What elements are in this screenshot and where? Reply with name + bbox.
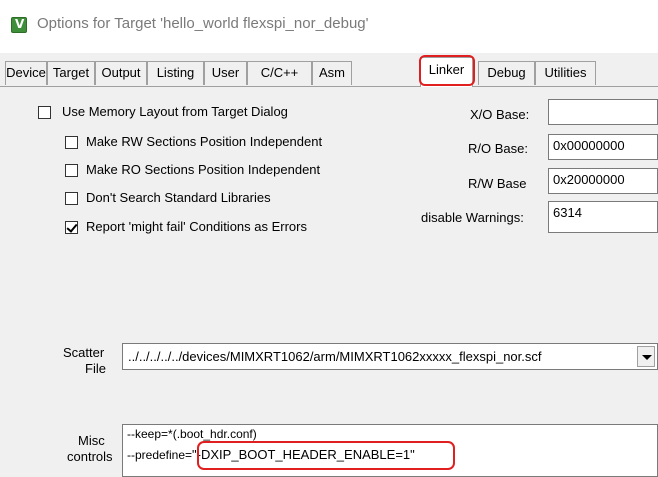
title-bar: Options for Target 'hello_world flexspi_… — [0, 0, 658, 53]
rw-base-input[interactable]: 0x20000000 — [548, 168, 658, 194]
dont-search-libraries-label: Don't Search Standard Libraries — [86, 190, 271, 205]
tab-listing[interactable]: Listing — [147, 61, 204, 85]
scatter-file-select[interactable]: ../../../../../devices/MIMXRT1062/arm/MI… — [122, 343, 658, 370]
tab-utilities[interactable]: Utilities — [535, 61, 596, 85]
disable-warnings-label: disable Warnings: — [421, 210, 524, 225]
rw-position-independent-checkbox[interactable] — [65, 136, 78, 149]
misc-label-controls: controls — [67, 449, 113, 464]
predefine-highlight — [197, 441, 455, 470]
ro-base-label: R/O Base: — [468, 141, 528, 156]
ro-position-independent-checkbox[interactable] — [65, 164, 78, 177]
disable-warnings-input[interactable]: 6314 — [548, 201, 658, 233]
xo-base-input[interactable] — [548, 99, 658, 125]
use-memory-layout-label: Use Memory Layout from Target Dialog — [62, 104, 288, 119]
scatter-label: Scatter — [63, 345, 105, 360]
xo-base-label: X/O Base: — [470, 107, 530, 122]
scatter-file-value: ../../../../../devices/MIMXRT1062/arm/MI… — [128, 349, 542, 364]
rw-position-independent-label: Make RW Sections Position Independent — [86, 134, 323, 149]
predefine-prefix: --predefine= — [127, 448, 193, 462]
rw-base-label: R/W Base — [468, 176, 527, 191]
report-might-fail-label: Report 'might fail' Conditions as Errors — [86, 219, 307, 234]
tab-device[interactable]: Device — [5, 61, 47, 85]
misc-line-keep: --keep=*(.boot_hdr.conf) — [127, 427, 257, 441]
linker-tab-highlight — [419, 55, 475, 86]
ro-base-input[interactable]: 0x00000000 — [548, 134, 658, 160]
use-memory-layout-checkbox[interactable] — [38, 106, 51, 119]
ro-position-independent-label: Make RO Sections Position Independent — [86, 162, 321, 177]
tab-user[interactable]: User — [204, 61, 247, 85]
tab-asm[interactable]: Asm — [312, 61, 352, 85]
dont-search-libraries-checkbox[interactable] — [65, 192, 78, 205]
misc-label: Misc — [78, 433, 105, 448]
window-title: Options for Target 'hello_world flexspi_… — [37, 15, 369, 32]
keil-app-icon — [11, 17, 27, 33]
tab-c-cpp[interactable]: C/C++ — [247, 61, 312, 85]
dropdown-arrow-icon[interactable] — [637, 346, 655, 367]
tab-output[interactable]: Output — [95, 61, 147, 85]
report-might-fail-checkbox[interactable] — [65, 221, 78, 234]
tab-target[interactable]: Target — [47, 61, 95, 85]
tab-debug[interactable]: Debug — [478, 61, 535, 85]
scatter-label-file: File — [85, 361, 106, 376]
